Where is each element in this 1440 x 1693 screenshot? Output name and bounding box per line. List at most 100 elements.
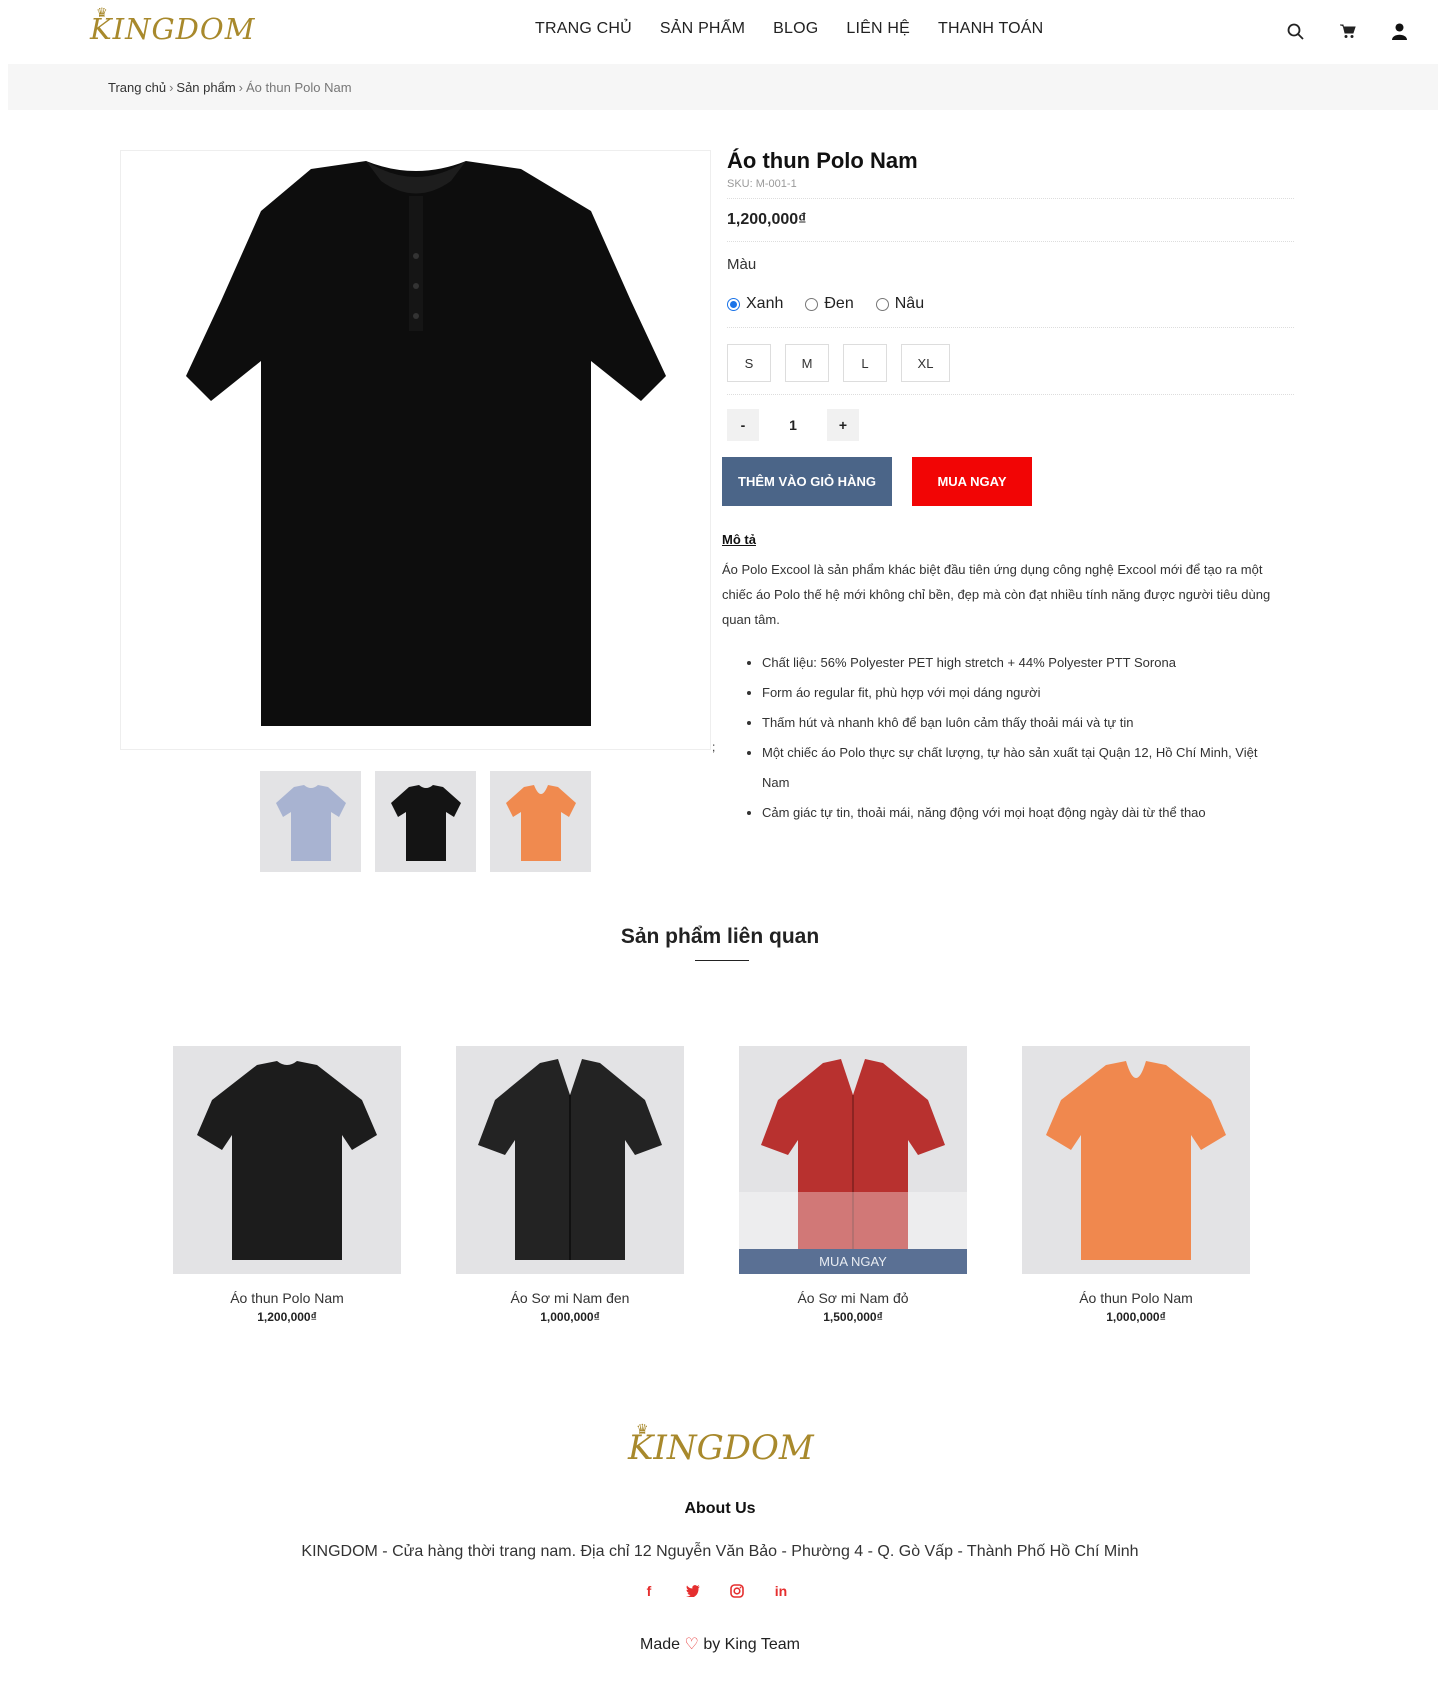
footer-logo[interactable]: ♛ KINGDOM: [628, 1422, 814, 1468]
breadcrumb-category[interactable]: Sản phẩm: [176, 80, 235, 95]
made-prefix: Made: [640, 1636, 681, 1653]
title-underline: [695, 960, 749, 961]
product-info: Áo thun Polo Nam SKU: M-001-1 1,200,000₫…: [722, 148, 1294, 828]
divider: [727, 198, 1294, 199]
feature-item: Cảm giác tự tin, thoải mái, năng động vớ…: [762, 798, 1287, 828]
made-by-credit: Made ♡ by King Team: [0, 1634, 1440, 1654]
product-card-image[interactable]: MUA NGAY: [739, 1046, 967, 1274]
made-suffix: by King Team: [703, 1636, 800, 1653]
add-to-cart-button[interactable]: THÊM VÀO GIỎ HÀNG: [722, 457, 892, 506]
instagram-icon[interactable]: [728, 1582, 746, 1600]
color-options: Xanh Đen Nâu: [727, 295, 1294, 313]
heart-icon: ♡: [684, 1636, 699, 1653]
social-links: f in: [640, 1582, 790, 1600]
size-options: S M L XL: [727, 344, 1294, 382]
color-option-label: Nâu: [894, 295, 925, 312]
quantity-stepper: - 1 +: [727, 409, 1294, 441]
divider: [727, 394, 1294, 395]
radio-icon[interactable]: [875, 297, 889, 311]
product-card-price: 1,500,000₫: [823, 1310, 883, 1324]
thumbnail-black[interactable]: [375, 771, 476, 872]
product-card[interactable]: Áo thun Polo Nam 1,200,000₫: [173, 1046, 401, 1324]
search-icon[interactable]: [1284, 20, 1306, 42]
color-option-nau[interactable]: Nâu: [875, 295, 925, 313]
product-card[interactable]: Áo thun Polo Nam 1,000,000₫: [1022, 1046, 1250, 1324]
product-card-name[interactable]: Áo Sơ mi Nam đen: [456, 1290, 684, 1306]
twitter-icon[interactable]: [684, 1582, 702, 1600]
divider: [727, 241, 1294, 242]
divider: [727, 327, 1294, 328]
description-text: Áo Polo Excool là sản phẩm khác biệt đầu…: [722, 562, 1271, 627]
qty-input[interactable]: 1: [759, 409, 827, 441]
nav-products[interactable]: SẢN PHẨM: [660, 20, 745, 38]
thumbnail-list: [260, 771, 591, 872]
color-option-xanh[interactable]: Xanh: [727, 295, 783, 313]
site-logo[interactable]: ♛ KINGDOM: [90, 4, 255, 46]
feature-item: Form áo regular fit, phù hợp với mọi dán…: [762, 678, 1287, 708]
feature-item: Một chiếc áo Polo thực sự chất lượng, tự…: [762, 738, 1287, 798]
thumbnail-light-blue[interactable]: [260, 771, 361, 872]
radio-checked-icon[interactable]: [727, 297, 740, 311]
breadcrumb-bar: Trang chủ › Sản phẩm › Áo thun Polo Nam: [8, 64, 1438, 110]
color-option-den[interactable]: Đen: [805, 295, 854, 313]
thumbnail-orange[interactable]: [490, 771, 591, 872]
qty-increase-button[interactable]: +: [827, 409, 859, 441]
size-l-button[interactable]: L: [843, 344, 887, 382]
product-card[interactable]: Áo Sơ mi Nam đen 1,000,000₫: [456, 1046, 684, 1324]
product-card-price: 1,000,000₫: [1106, 1310, 1166, 1324]
size-xl-button[interactable]: XL: [901, 344, 950, 382]
logo-text: KINGDOM: [90, 12, 256, 46]
feature-item: Thấm hút và nhanh khô để bạn luôn cảm th…: [762, 708, 1287, 738]
header-actions: [1284, 20, 1410, 42]
nav-checkout[interactable]: THANH TOÁN: [938, 20, 1043, 38]
nav-contact[interactable]: LIÊN HỆ: [846, 20, 910, 38]
stray-mark: ;: [712, 740, 716, 754]
product-card-image[interactable]: [456, 1046, 684, 1274]
feature-list: Chất liệu: 56% Polyester PET high stretc…: [762, 648, 1294, 828]
product-card[interactable]: MUA NGAY Áo Sơ mi Nam đỏ 1,500,000₫: [739, 1046, 967, 1324]
user-icon[interactable]: [1388, 20, 1410, 42]
product-card-image[interactable]: [173, 1046, 401, 1274]
size-m-button[interactable]: M: [785, 344, 829, 382]
chevron-right-icon: ›: [238, 80, 244, 95]
chevron-right-icon: ›: [169, 80, 174, 95]
nav-blog[interactable]: BLOG: [773, 20, 818, 38]
purchase-actions: THÊM VÀO GIỎ HÀNG MUA NGAY: [722, 457, 1294, 506]
product-card-price: 1,200,000₫: [257, 1310, 317, 1324]
product-card-image[interactable]: [1022, 1046, 1250, 1274]
related-title: Sản phẩm liên quan: [620, 925, 820, 948]
card-buy-now-button[interactable]: MUA NGAY: [739, 1249, 967, 1274]
linkedin-icon[interactable]: in: [772, 1582, 790, 1600]
qty-decrease-button[interactable]: -: [727, 409, 759, 441]
product-sku: SKU: M-001-1: [727, 178, 797, 190]
product-title: Áo thun Polo Nam: [727, 148, 918, 173]
facebook-icon[interactable]: f: [640, 1582, 658, 1600]
color-label: Màu: [727, 256, 757, 273]
crown-icon: ♛: [96, 6, 109, 21]
radio-icon[interactable]: [805, 297, 819, 311]
nav-home[interactable]: TRANG CHỦ: [535, 20, 632, 38]
color-option-label: Xanh: [746, 295, 784, 312]
breadcrumb-current: Áo thun Polo Nam: [246, 80, 352, 95]
product-price: 1,200,000₫: [727, 211, 807, 228]
product-card-price: 1,000,000₫: [540, 1310, 600, 1324]
product-main-image[interactable]: [120, 150, 711, 750]
about-heading: About Us: [684, 1500, 756, 1517]
size-s-button[interactable]: S: [727, 344, 771, 382]
crown-icon: ♛: [636, 1422, 649, 1438]
main-nav: TRANG CHỦ SẢN PHẨM BLOG LIÊN HỆ THANH TO…: [535, 20, 1071, 38]
breadcrumb: Trang chủ › Sản phẩm › Áo thun Polo Nam: [108, 80, 352, 95]
site-header: ♛ KINGDOM TRANG CHỦ SẢN PHẨM BLOG LIÊN H…: [0, 0, 1440, 64]
product-card-name[interactable]: Áo thun Polo Nam: [173, 1290, 401, 1306]
store-address: KINGDOM - Cửa hàng thời trang nam. Địa c…: [301, 1543, 1139, 1560]
breadcrumb-home[interactable]: Trang chủ: [108, 80, 166, 95]
color-option-label: Đen: [824, 295, 854, 312]
feature-item: Chất liệu: 56% Polyester PET high stretc…: [762, 648, 1287, 678]
cart-icon[interactable]: [1336, 20, 1358, 42]
product-card-name[interactable]: Áo Sơ mi Nam đỏ: [739, 1290, 967, 1306]
related-products: Áo thun Polo Nam 1,200,000₫ Áo Sơ mi Nam…: [173, 1046, 1250, 1324]
footer-logo-text: KINGDOM: [628, 1428, 814, 1468]
buy-now-button[interactable]: MUA NGAY: [912, 457, 1032, 506]
product-card-name[interactable]: Áo thun Polo Nam: [1022, 1290, 1250, 1306]
description-heading: Mô tả: [722, 532, 756, 547]
